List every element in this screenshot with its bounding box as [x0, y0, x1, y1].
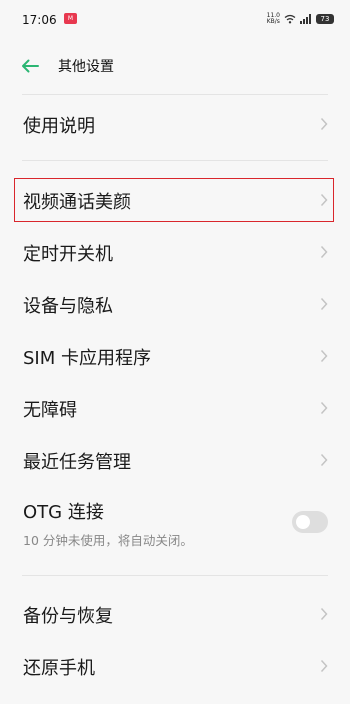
arrow-left-icon[interactable]	[20, 57, 40, 75]
chevron-right-icon	[320, 297, 328, 311]
divider	[22, 575, 328, 576]
status-indicators: 11.0 KB/s 73	[267, 11, 334, 27]
menu-item-backup-restore[interactable]: 备份与恢复	[0, 594, 350, 634]
menu-item-label: 无障碍	[23, 400, 77, 421]
battery-icon: 73	[316, 14, 334, 24]
menu-item-label: 使用说明	[23, 116, 95, 137]
highlight-box	[14, 178, 334, 222]
menu-item-label: 最近任务管理	[23, 452, 131, 473]
chevron-right-icon	[320, 607, 328, 621]
wifi-icon	[284, 14, 296, 24]
menu-item-reset-phone[interactable]: 还原手机	[0, 646, 350, 686]
menu-item-label: 还原手机	[23, 658, 95, 679]
menu-item-sim-apps[interactable]: SIM 卡应用程序	[0, 336, 350, 376]
page-title: 其他设置	[58, 59, 114, 75]
menu-item-label: OTG 连接	[23, 502, 104, 523]
chevron-right-icon	[320, 401, 328, 415]
menu-item-label: SIM 卡应用程序	[23, 348, 151, 369]
status-bar: 17:06 M 11.0 KB/s 73	[0, 0, 350, 40]
network-speed-unit: KB/s	[266, 18, 280, 25]
chevron-right-icon	[320, 453, 328, 467]
otg-toggle[interactable]	[292, 511, 328, 533]
toggle-knob	[296, 515, 310, 529]
chevron-right-icon	[320, 245, 328, 259]
menu-item-device-privacy[interactable]: 设备与隐私	[0, 284, 350, 324]
page-header: 其他设置	[0, 48, 350, 84]
menu-item-recent-tasks[interactable]: 最近任务管理	[0, 440, 350, 480]
status-time: 17:06	[22, 13, 57, 27]
menu-item-scheduled-power[interactable]: 定时开关机	[0, 232, 350, 272]
menu-item-label: 设备与隐私	[23, 296, 113, 317]
signal-icon	[300, 14, 311, 24]
menu-item-label: 备份与恢复	[23, 606, 113, 627]
chevron-right-icon	[320, 349, 328, 363]
menu-item-accessibility[interactable]: 无障碍	[0, 388, 350, 428]
menu-item-label: 定时开关机	[23, 244, 113, 265]
chevron-right-icon	[320, 659, 328, 673]
menu-item-subtitle: 10 分钟未使用，将自动关闭。	[23, 533, 193, 548]
network-speed: 11.0 KB/s	[267, 13, 280, 25]
menu-item-instructions[interactable]: 使用说明	[0, 104, 350, 144]
chevron-right-icon	[320, 117, 328, 131]
divider	[22, 160, 328, 161]
divider	[22, 94, 328, 95]
notification-app-icon: M	[64, 13, 77, 24]
